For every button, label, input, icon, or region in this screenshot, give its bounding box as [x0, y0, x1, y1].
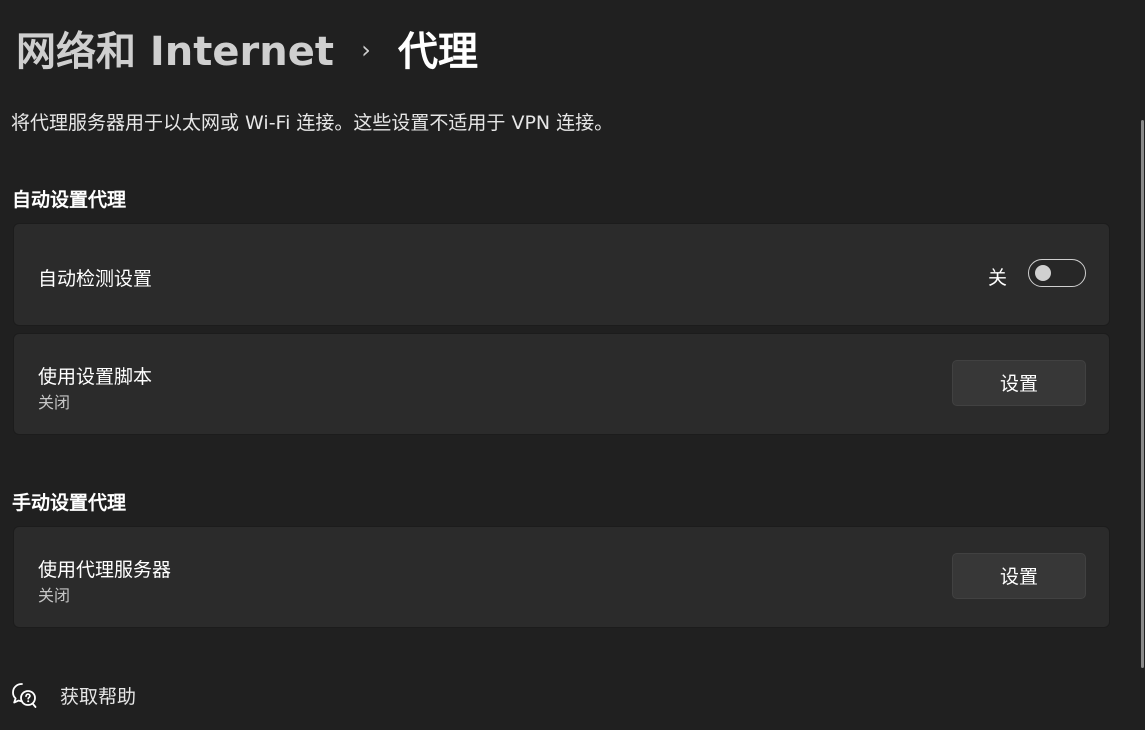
page-title: 代理: [398, 29, 478, 75]
chevron-right-icon: ›: [361, 36, 371, 64]
setup-script-card: 使用设置脚本 关闭 设置: [13, 333, 1110, 435]
help-chat-icon: [12, 683, 37, 708]
proxy-server-card: 使用代理服务器 关闭 设置: [13, 526, 1110, 628]
get-help-link[interactable]: 获取帮助: [10, 679, 136, 711]
get-help-label: 获取帮助: [60, 685, 137, 708]
setup-script-label: 使用设置脚本: [38, 366, 153, 388]
proxy-settings-page: 网络和 Internet › 代理 将代理服务器用于以太网或 Wi-Fi 连接。…: [0, 0, 1145, 730]
proxy-server-status: 关闭: [38, 586, 71, 605]
auto-detect-state-label: 关: [987, 267, 1007, 289]
proxy-server-label: 使用代理服务器: [38, 559, 172, 581]
section-title-manual-proxy: 手动设置代理: [12, 492, 127, 514]
auto-detect-label: 自动检测设置: [38, 268, 153, 290]
setup-script-status: 关闭: [38, 393, 71, 412]
vertical-scrollbar[interactable]: [1141, 120, 1144, 668]
breadcrumb: 网络和 Internet › 代理: [16, 24, 478, 80]
setup-script-settings-button[interactable]: 设置: [952, 360, 1086, 406]
toggle-knob: [1035, 265, 1051, 281]
auto-detect-settings-card: 自动检测设置 关: [13, 223, 1110, 326]
breadcrumb-network-internet[interactable]: 网络和 Internet: [16, 24, 334, 80]
page-description: 将代理服务器用于以太网或 Wi-Fi 连接。这些设置不适用于 VPN 连接。: [11, 112, 614, 134]
section-title-auto-proxy: 自动设置代理: [12, 189, 127, 211]
auto-detect-toggle[interactable]: [1028, 259, 1086, 287]
proxy-server-settings-button[interactable]: 设置: [952, 553, 1086, 599]
